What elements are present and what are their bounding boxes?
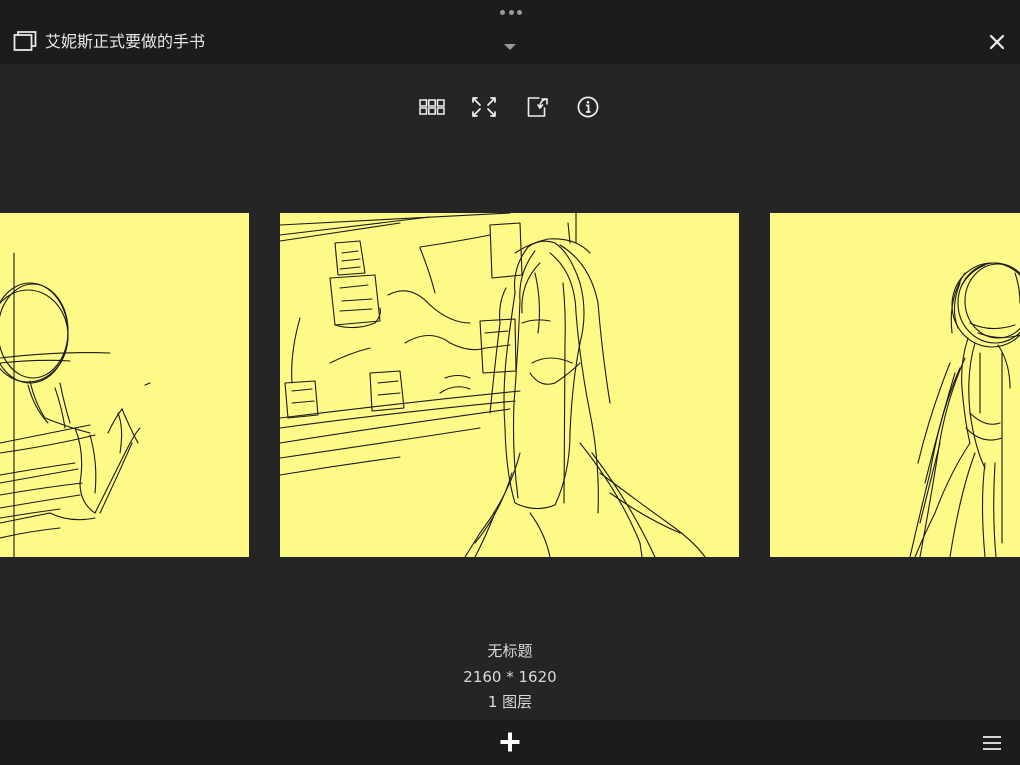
artwork-name[interactable]: 无标题 (0, 641, 1020, 661)
gallery-screen: 艾妮斯正式要做的手书 无标题 2160 * 1620 1 图层 (0, 0, 1020, 765)
grid-icon[interactable] (419, 95, 445, 119)
top-bar: 艾妮斯正式要做的手书 (0, 0, 1020, 64)
bottom-bar (0, 720, 1020, 765)
export-icon[interactable] (525, 95, 551, 119)
close-icon[interactable] (988, 33, 1006, 51)
add-icon[interactable] (499, 731, 521, 753)
menu-icon[interactable] (982, 735, 1002, 751)
artwork-thumbnail-next[interactable] (770, 213, 1020, 557)
page-title: 艾妮斯正式要做的手书 (45, 32, 206, 51)
artwork-dimensions: 2160 * 1620 (463, 668, 557, 686)
gallery-icon[interactable] (13, 30, 37, 54)
artwork-thumbnail-previous[interactable] (0, 213, 249, 557)
expand-icon[interactable] (471, 95, 497, 119)
drag-handle[interactable] (500, 9, 522, 15)
artwork-thumbnail-current[interactable] (280, 213, 739, 557)
chevron-down-icon[interactable] (503, 37, 517, 50)
info-icon[interactable] (576, 95, 602, 119)
artwork-layer-count: 1 图层 (487, 693, 533, 711)
